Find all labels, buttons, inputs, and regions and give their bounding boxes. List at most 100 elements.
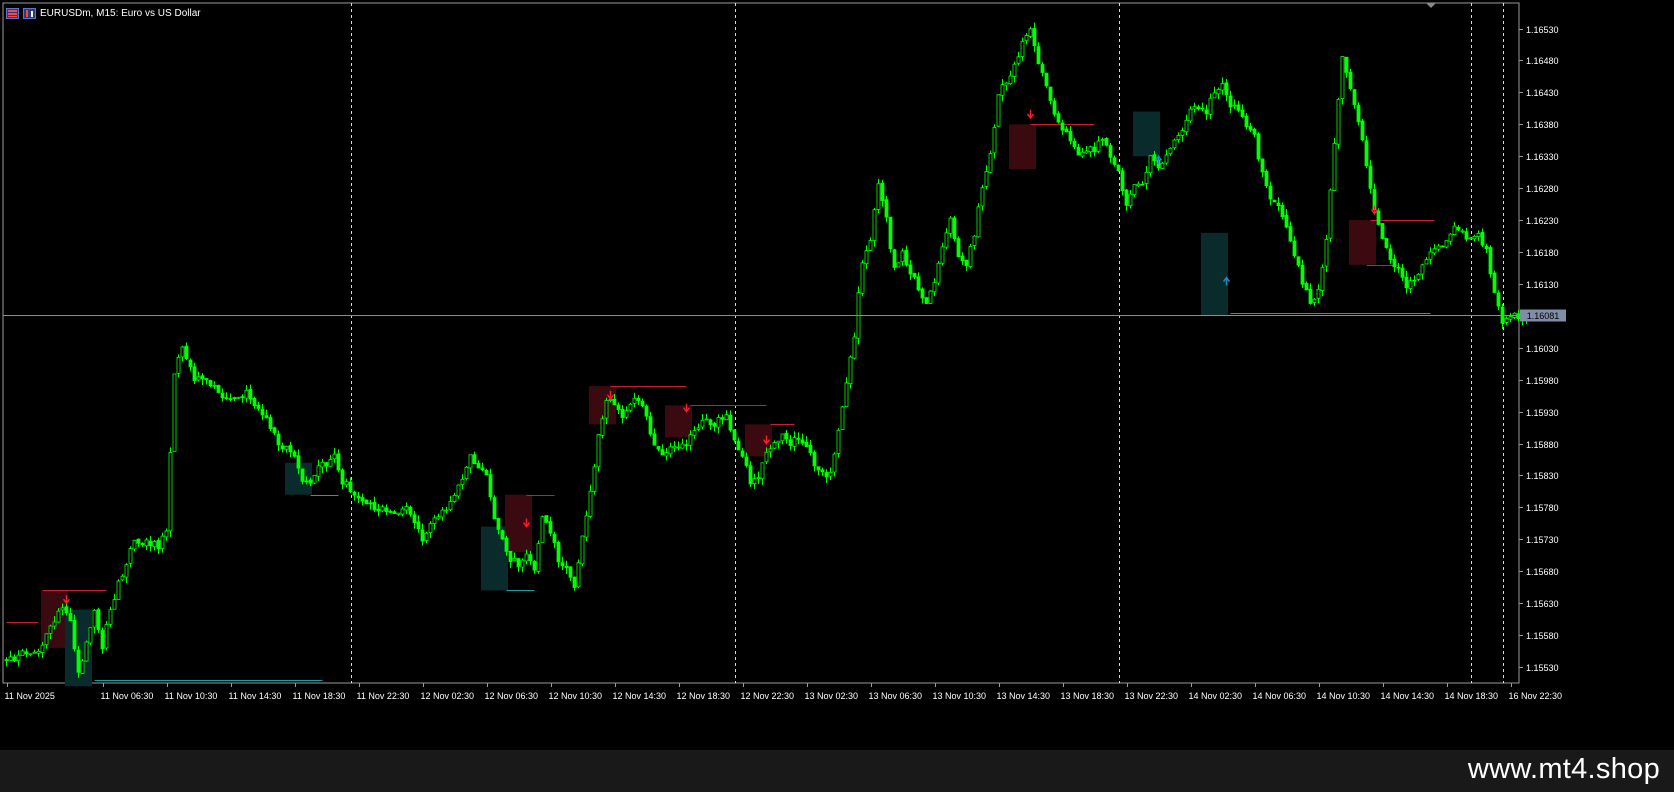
candle-body bbox=[24, 651, 29, 655]
candle bbox=[620, 405, 625, 424]
candle-body bbox=[532, 561, 537, 571]
candle-body bbox=[328, 459, 333, 467]
y-tick-label: 1.16380 bbox=[1526, 120, 1559, 130]
candle bbox=[1232, 99, 1237, 110]
candle bbox=[676, 441, 681, 451]
candle-body bbox=[364, 499, 369, 505]
candle bbox=[372, 496, 377, 513]
candle-body bbox=[1076, 147, 1081, 156]
candle-body bbox=[688, 434, 693, 446]
candle bbox=[28, 653, 33, 657]
candle bbox=[184, 342, 189, 361]
candle-body bbox=[644, 405, 649, 417]
candle-body bbox=[124, 564, 129, 578]
candle-body bbox=[796, 437, 801, 440]
candle bbox=[1036, 42, 1041, 65]
candle-body bbox=[700, 419, 705, 428]
candle bbox=[1008, 70, 1013, 85]
candle bbox=[96, 607, 101, 633]
candle bbox=[920, 287, 925, 304]
candle bbox=[1188, 106, 1193, 123]
candle bbox=[316, 459, 321, 481]
x-tick-label: 14 Nov 14:30 bbox=[1381, 691, 1435, 701]
candle-body bbox=[1252, 128, 1257, 135]
candle bbox=[1348, 68, 1353, 91]
chart-window-icon[interactable] bbox=[6, 7, 19, 19]
candle-body bbox=[752, 478, 757, 484]
candle-body bbox=[1460, 230, 1465, 233]
candle bbox=[1436, 243, 1441, 252]
candle bbox=[776, 440, 781, 449]
candle bbox=[208, 379, 213, 388]
candle-body bbox=[1284, 214, 1289, 228]
candle bbox=[828, 467, 833, 481]
candle bbox=[724, 410, 729, 421]
candle-body bbox=[488, 474, 493, 498]
candle-body bbox=[216, 384, 221, 393]
candle-body bbox=[712, 423, 717, 427]
candle bbox=[900, 248, 905, 266]
candle bbox=[584, 510, 589, 542]
candle bbox=[1484, 243, 1489, 253]
candle-body bbox=[1408, 280, 1413, 289]
candle bbox=[1500, 303, 1505, 330]
candle-body bbox=[264, 415, 269, 419]
candle-body bbox=[468, 454, 473, 469]
candle-body bbox=[1364, 140, 1369, 167]
candle-body bbox=[676, 446, 681, 449]
candle bbox=[1460, 228, 1465, 234]
candle bbox=[840, 406, 845, 430]
bearish-zone bbox=[745, 424, 772, 457]
candle bbox=[1056, 111, 1061, 124]
candle-body bbox=[976, 206, 981, 238]
candle-body bbox=[244, 389, 249, 399]
chart-frame bbox=[2, 2, 1520, 684]
candle bbox=[864, 245, 869, 270]
candlestick-chart-svg[interactable]: 1.16081 1.165301.164801.164301.163801.16… bbox=[0, 0, 1674, 750]
candle-body bbox=[1208, 97, 1213, 115]
candle bbox=[360, 493, 365, 506]
candle bbox=[1012, 61, 1017, 83]
candle-body bbox=[240, 396, 245, 399]
candle-body bbox=[1132, 184, 1137, 196]
sell-arrow-icon bbox=[1370, 205, 1379, 215]
candle-body bbox=[1148, 155, 1153, 174]
candle-body bbox=[144, 539, 149, 547]
candle-body bbox=[580, 535, 585, 565]
candles-icon[interactable] bbox=[23, 7, 36, 19]
price-chart[interactable]: 1.16081 1.16530 1.16480 1.16430 1.16380 1.16… bbox=[0, 0, 1674, 750]
candle-body bbox=[100, 630, 105, 650]
candle-body bbox=[812, 452, 817, 467]
candle-body bbox=[204, 378, 209, 380]
candle bbox=[1504, 316, 1509, 325]
candle-body bbox=[36, 650, 41, 654]
candle bbox=[272, 426, 277, 436]
candle bbox=[1092, 142, 1097, 157]
candle-body bbox=[552, 533, 557, 543]
candle bbox=[1096, 136, 1101, 154]
candle bbox=[796, 432, 801, 445]
candle bbox=[692, 425, 697, 439]
footer-bar: www.mt4.shop bbox=[0, 750, 1674, 792]
candle bbox=[1508, 312, 1513, 323]
candle-body bbox=[1112, 157, 1117, 165]
candle bbox=[1476, 230, 1481, 241]
candle bbox=[788, 434, 793, 451]
y-tick-label: 1.15880 bbox=[1526, 440, 1559, 450]
candle-body bbox=[1468, 237, 1473, 240]
candle bbox=[488, 468, 493, 501]
candle bbox=[364, 499, 369, 505]
candle bbox=[320, 458, 325, 473]
candle bbox=[344, 478, 349, 488]
candle bbox=[928, 290, 933, 304]
candle bbox=[728, 410, 733, 433]
candle bbox=[408, 505, 413, 517]
bearish-zone bbox=[1349, 220, 1376, 265]
candle-body bbox=[1280, 204, 1285, 218]
candle-body bbox=[392, 511, 397, 514]
watermark: www.mt4.shop bbox=[1467, 753, 1660, 785]
y-tick-label: 1.16530 bbox=[1526, 25, 1559, 35]
candle-body bbox=[1020, 40, 1025, 58]
candle bbox=[260, 404, 265, 421]
candle bbox=[636, 395, 641, 405]
